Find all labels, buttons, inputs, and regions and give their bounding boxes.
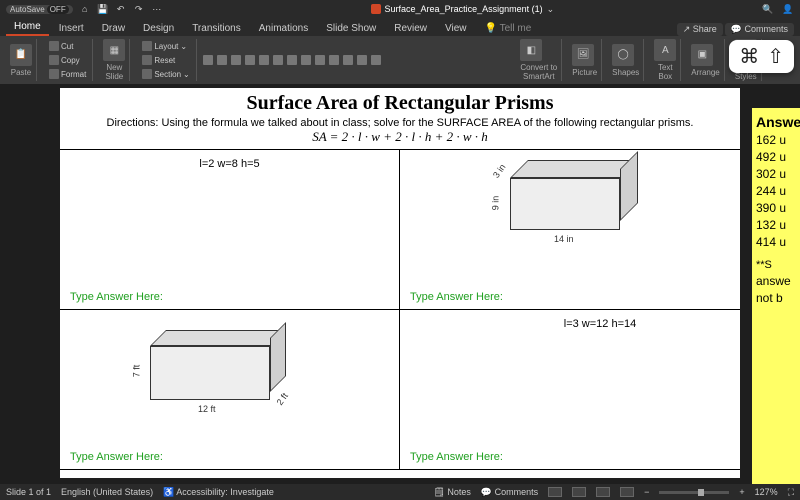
arrange-icon[interactable]: ▣ bbox=[691, 44, 713, 66]
tab-slideshow[interactable]: Slide Show bbox=[318, 21, 384, 36]
document-title[interactable]: Surface_Area_Practice_Assignment (1) bbox=[385, 4, 543, 14]
strike-icon[interactable] bbox=[245, 55, 255, 65]
tab-tellme[interactable]: 💡 Tell me bbox=[477, 21, 540, 36]
view-reading-icon[interactable] bbox=[596, 487, 610, 497]
params-1: l=2 w=8 h=5 bbox=[70, 156, 389, 170]
zoom-out-icon[interactable]: − bbox=[644, 487, 649, 497]
slide-count[interactable]: Slide 1 of 1 bbox=[6, 487, 51, 497]
notes-button[interactable]: 🗒 Notes bbox=[433, 487, 470, 498]
keyboard-overlay: ⌘ ⇧ bbox=[729, 40, 794, 73]
problem-cell-2[interactable]: 3 in 9 in 14 in Type Answer Here: bbox=[400, 150, 740, 310]
answer-4[interactable]: Type Answer Here: bbox=[410, 451, 503, 463]
tab-animations[interactable]: Animations bbox=[251, 21, 316, 36]
paste-icon[interactable]: 📋 bbox=[10, 44, 32, 66]
prism-2: 3 in 9 in 14 in bbox=[510, 160, 640, 230]
section-button[interactable]: Section ⌄ bbox=[140, 68, 191, 80]
tab-transitions[interactable]: Transitions bbox=[184, 21, 249, 36]
answer-3[interactable]: Type Answer Here: bbox=[70, 451, 163, 463]
shapes-icon[interactable]: ◯ bbox=[612, 44, 634, 66]
problem-grid: l=2 w=8 h=5 Type Answer Here: 3 in 9 in … bbox=[60, 149, 740, 470]
comments-status-button[interactable]: 💬 Comments bbox=[481, 487, 538, 498]
numbering-icon[interactable] bbox=[301, 55, 311, 65]
params-4: l=3 w=12 h=14 bbox=[410, 316, 730, 330]
view-slideshow-icon[interactable] bbox=[620, 487, 634, 497]
highlight-icon[interactable] bbox=[273, 55, 283, 65]
problem-cell-1[interactable]: l=2 w=8 h=5 Type Answer Here: bbox=[60, 150, 400, 310]
zoom-slider[interactable] bbox=[659, 491, 729, 494]
user-icon[interactable]: 👤 bbox=[782, 3, 794, 15]
comments-button[interactable]: 💬 Comments bbox=[725, 23, 794, 36]
home-icon[interactable]: ⌂ bbox=[79, 3, 91, 15]
shift-icon: ⇧ bbox=[767, 44, 784, 69]
convert-smartart-icon[interactable]: ◧ bbox=[520, 39, 542, 61]
save-icon[interactable]: 💾 bbox=[97, 3, 109, 15]
status-bar: Slide 1 of 1 English (United States) ♿ A… bbox=[0, 484, 800, 500]
underline-icon[interactable] bbox=[231, 55, 241, 65]
font-color-icon[interactable] bbox=[259, 55, 269, 65]
cut-button[interactable]: Cut bbox=[47, 40, 75, 52]
align-center-icon[interactable] bbox=[329, 55, 339, 65]
prism-3: 7 ft 2 ft 12 ft bbox=[150, 330, 290, 400]
answer-1[interactable]: Type Answer Here: bbox=[70, 291, 163, 303]
directions-text[interactable]: Directions: Using the formula we talked … bbox=[60, 117, 740, 129]
picture-icon[interactable]: 🖼 bbox=[572, 44, 594, 66]
bullets-icon[interactable] bbox=[287, 55, 297, 65]
tab-review[interactable]: Review bbox=[386, 21, 435, 36]
command-icon: ⌘ bbox=[739, 44, 759, 69]
tab-home[interactable]: Home bbox=[6, 19, 49, 36]
view-sorter-icon[interactable] bbox=[572, 487, 586, 497]
undo-icon[interactable]: ↶ bbox=[115, 3, 127, 15]
align-left-icon[interactable] bbox=[315, 55, 325, 65]
powerpoint-icon bbox=[371, 4, 381, 14]
answer-2[interactable]: Type Answer Here: bbox=[410, 291, 503, 303]
formula-text[interactable]: SA = 2 · l · w + 2 · l · h + 2 · w · h bbox=[60, 129, 740, 149]
accessibility[interactable]: ♿ Accessibility: Investigate bbox=[163, 487, 274, 498]
align-right-icon[interactable] bbox=[343, 55, 353, 65]
zoom-in-icon[interactable]: + bbox=[739, 487, 744, 497]
tab-view[interactable]: View bbox=[437, 21, 475, 36]
format-button[interactable]: Format bbox=[47, 68, 88, 80]
zoom-level[interactable]: 127% bbox=[755, 487, 778, 497]
textbox-icon[interactable]: A bbox=[654, 39, 676, 61]
problem-cell-4[interactable]: l=3 w=12 h=14 Type Answer Here: bbox=[400, 310, 740, 470]
problem-cell-3[interactable]: 7 ft 2 ft 12 ft Type Answer Here: bbox=[60, 310, 400, 470]
italic-icon[interactable] bbox=[217, 55, 227, 65]
new-slide-icon[interactable]: ▦ bbox=[103, 39, 125, 61]
tab-design[interactable]: Design bbox=[135, 21, 182, 36]
language[interactable]: English (United States) bbox=[61, 487, 153, 497]
layout-button[interactable]: Layout ⌄ bbox=[140, 40, 189, 52]
tab-draw[interactable]: Draw bbox=[94, 21, 133, 36]
reset-button[interactable]: Reset bbox=[140, 54, 177, 66]
dropdown-icon[interactable]: ⌄ bbox=[547, 4, 555, 15]
line-spacing-icon[interactable] bbox=[357, 55, 367, 65]
autosave-toggle[interactable]: AutoSave OFF bbox=[6, 5, 73, 14]
more-icon[interactable]: ⋯ bbox=[151, 3, 163, 15]
slide-canvas[interactable]: Surface Area of Rectangular Prisms Direc… bbox=[0, 84, 800, 484]
share-button[interactable]: ↗ Share bbox=[677, 23, 723, 36]
bold-icon[interactable] bbox=[203, 55, 213, 65]
ribbon-tabs: Home Insert Draw Design Transitions Anim… bbox=[0, 18, 800, 36]
title-bar: AutoSave OFF ⌂ 💾 ↶ ↷ ⋯ Surface_Area_Prac… bbox=[0, 0, 800, 18]
search-icon[interactable]: 🔍 bbox=[762, 3, 774, 15]
fit-icon[interactable]: ⛶ bbox=[788, 487, 794, 498]
answers-panel[interactable]: Answe 162 u 492 u 302 u 244 u 390 u 132 … bbox=[752, 108, 800, 484]
redo-icon[interactable]: ↷ bbox=[133, 3, 145, 15]
tab-insert[interactable]: Insert bbox=[51, 21, 92, 36]
slide-title[interactable]: Surface Area of Rectangular Prisms bbox=[60, 88, 740, 117]
slide[interactable]: Surface Area of Rectangular Prisms Direc… bbox=[60, 88, 740, 478]
text-direction-icon[interactable] bbox=[371, 55, 381, 65]
ribbon: 📋 Paste Cut Copy Format ▦ New Slide Layo… bbox=[0, 36, 800, 84]
font-paragraph-group bbox=[203, 39, 511, 81]
view-normal-icon[interactable] bbox=[548, 487, 562, 497]
copy-button[interactable]: Copy bbox=[47, 54, 82, 66]
